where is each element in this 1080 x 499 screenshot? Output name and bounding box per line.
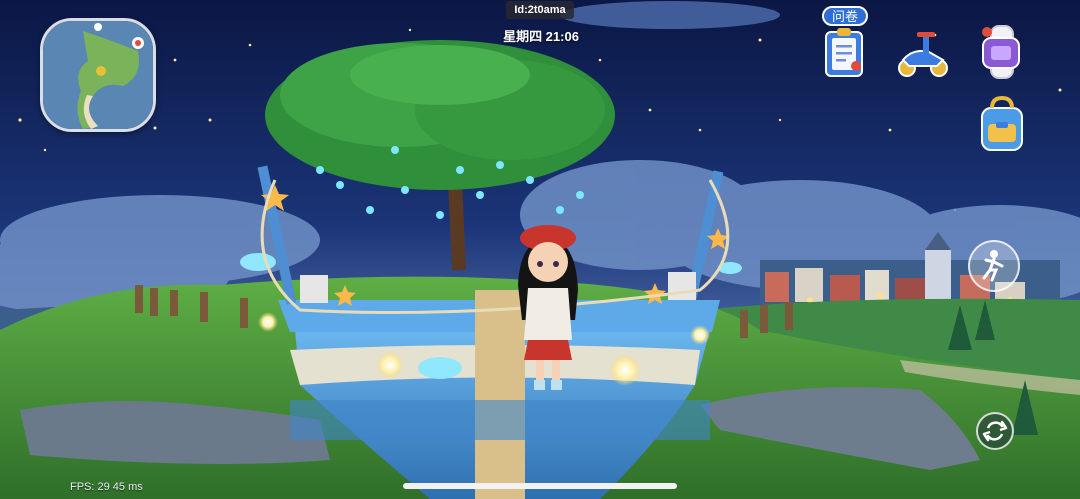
- survey-button[interactable]: [820, 24, 880, 84]
- swap-arrows-icon: [982, 420, 1008, 442]
- running-person-icon: [982, 250, 1004, 282]
- smartwatch-icon: [982, 25, 1020, 79]
- swap-button[interactable]: [976, 412, 1014, 450]
- scooter-button[interactable]: [893, 26, 953, 86]
- player-id-label: Id:2t0ama: [506, 1, 574, 19]
- clipboard-icon: [825, 28, 863, 77]
- home-indicator[interactable]: [403, 483, 677, 489]
- minimap[interactable]: [40, 18, 156, 132]
- emote-button[interactable]: [968, 240, 1020, 292]
- fps-counter: FPS: 29 45 ms: [70, 481, 143, 493]
- minimap-icon: [43, 21, 153, 129]
- scooter-icon: [898, 32, 948, 77]
- smartwatch-button[interactable]: [975, 24, 1035, 84]
- backpack-icon: [981, 95, 1023, 151]
- backpack-button[interactable]: [976, 95, 1036, 156]
- game-clock: 星期四 21:06: [503, 29, 579, 44]
- survey-label[interactable]: 问卷: [822, 6, 868, 26]
